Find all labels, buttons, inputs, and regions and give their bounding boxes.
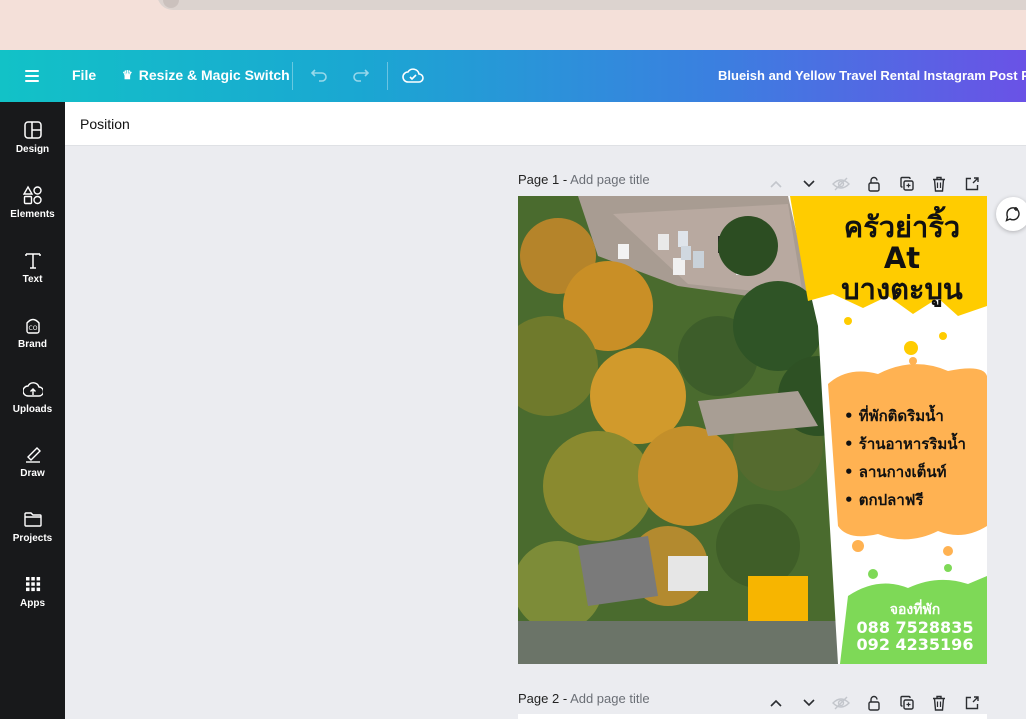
resize-magic-switch-button[interactable]: ♛ Resize & Magic Switch: [122, 67, 290, 83]
browser-url-bar[interactable]: [157, 0, 1026, 10]
poster-title-line-3: บางตะบูน: [841, 272, 963, 306]
list-item: • ลานกางเต็นท์: [844, 463, 947, 481]
sidebar-item-elements[interactable]: Elements: [0, 181, 65, 241]
page-1-header: Page 1 - Add page title: [518, 172, 988, 196]
draw-icon: [25, 447, 41, 463]
resize-label: Resize & Magic Switch: [138, 67, 290, 83]
sidebar-item-brand[interactable]: CO Brand: [0, 311, 65, 371]
design-icon: [23, 121, 42, 139]
redo-icon[interactable]: [349, 64, 373, 88]
page-number-label: Page 1 -: [518, 172, 568, 187]
crown-icon: ♛: [122, 68, 133, 82]
site-info-icon[interactable]: [163, 0, 179, 8]
sidebar-item-uploads[interactable]: Uploads: [0, 376, 65, 436]
delete-page-icon[interactable]: [923, 691, 956, 715]
undo-icon[interactable]: [307, 64, 331, 88]
duplicate-page-icon[interactable]: [890, 172, 923, 196]
toolbar-divider: [387, 62, 388, 90]
delete-page-icon[interactable]: [923, 172, 956, 196]
apps-icon: [25, 577, 40, 592]
hide-page-icon[interactable]: [825, 691, 858, 715]
context-toolbar: Position: [65, 102, 1026, 146]
toolbar-divider: [292, 62, 293, 90]
hamburger-menu-icon[interactable]: [22, 65, 44, 87]
move-page-down-icon[interactable]: [792, 172, 825, 196]
projects-icon: [23, 512, 42, 527]
move-page-up-icon[interactable]: [760, 691, 793, 715]
left-sidebar: Design Elements Text CO Brand Uploads Dr…: [0, 102, 65, 719]
page-number-label: Page 2 -: [518, 691, 568, 706]
phone-number-2: 092 4235196: [856, 635, 974, 654]
sidebar-item-label: Projects: [12, 533, 53, 544]
sidebar-item-apps[interactable]: Apps: [0, 570, 65, 630]
lock-page-icon[interactable]: [858, 172, 891, 196]
poster-title-line-2: At: [883, 241, 921, 275]
list-item: • ร้านอาหารริมน้ำ: [844, 435, 966, 453]
hide-page-icon[interactable]: [825, 172, 858, 196]
page-title-input[interactable]: Add page title: [570, 691, 650, 706]
elements-icon: [22, 185, 42, 205]
comment-add-icon: [1005, 207, 1020, 222]
sidebar-item-draw[interactable]: Draw: [0, 440, 65, 500]
poster-bullet-list[interactable]: • ที่พักติดริมน้ำ • ร้านอาหารริมน้ำ • ลา…: [844, 402, 966, 514]
design-canvas-page-2[interactable]: [518, 714, 987, 719]
design-canvas-page-1[interactable]: ครัวย่าริ้ว At บางตะบูน • ที่พักติดริมน้…: [518, 196, 987, 664]
move-page-down-icon[interactable]: [792, 691, 825, 715]
sidebar-item-label: Design: [15, 144, 50, 155]
sidebar-item-label: Uploads: [12, 404, 53, 415]
page-2-header: Page 2 - Add page title: [518, 691, 988, 715]
sidebar-item-label: Draw: [20, 468, 45, 479]
add-comment-button[interactable]: [996, 197, 1026, 231]
sidebar-item-design[interactable]: Design: [0, 116, 65, 176]
uploads-icon: [22, 382, 43, 397]
brand-icon: CO: [25, 318, 40, 334]
sidebar-item-label: Brand: [18, 339, 47, 350]
list-item: • ตกปลาฟรี: [844, 491, 924, 509]
list-item: • ที่พักติดริมน้ำ: [844, 407, 944, 425]
svg-text:CO: CO: [28, 325, 37, 332]
browser-url-strip: [0, 0, 1026, 50]
sidebar-item-label: Elements: [10, 209, 55, 220]
page-title-input[interactable]: Add page title: [570, 172, 650, 187]
position-button[interactable]: Position: [80, 116, 130, 132]
page-tools: [760, 691, 988, 715]
phone-number-1: 088 7528835: [856, 618, 974, 637]
lock-page-icon[interactable]: [858, 691, 891, 715]
editor-topbar: File ♛ Resize & Magic Switch Blueish and…: [0, 50, 1026, 102]
sidebar-item-label: Text: [22, 274, 43, 285]
duplicate-page-icon[interactable]: [890, 691, 923, 715]
file-menu-button[interactable]: File: [72, 67, 96, 83]
page-tools: [760, 172, 988, 196]
add-page-icon[interactable]: [955, 691, 988, 715]
poster-title[interactable]: ครัวย่าริ้ว At บางตะบูน: [818, 212, 986, 305]
move-page-up-icon[interactable]: [760, 172, 793, 196]
booking-label: จองที่พัก: [889, 602, 941, 618]
text-icon: [24, 253, 41, 269]
cloud-saved-icon[interactable]: [401, 64, 425, 88]
sidebar-item-projects[interactable]: Projects: [0, 505, 65, 565]
poster-contact-block[interactable]: จองที่พัก 088 7528835 092 4235196: [840, 602, 987, 653]
sidebar-item-text[interactable]: Text: [0, 246, 65, 306]
poster-title-line-1: ครัวย่าริ้ว: [843, 210, 961, 244]
document-title[interactable]: Blueish and Yellow Travel Rental Instagr…: [718, 68, 1026, 83]
add-page-icon[interactable]: [955, 172, 988, 196]
sidebar-item-label: Apps: [20, 598, 45, 609]
